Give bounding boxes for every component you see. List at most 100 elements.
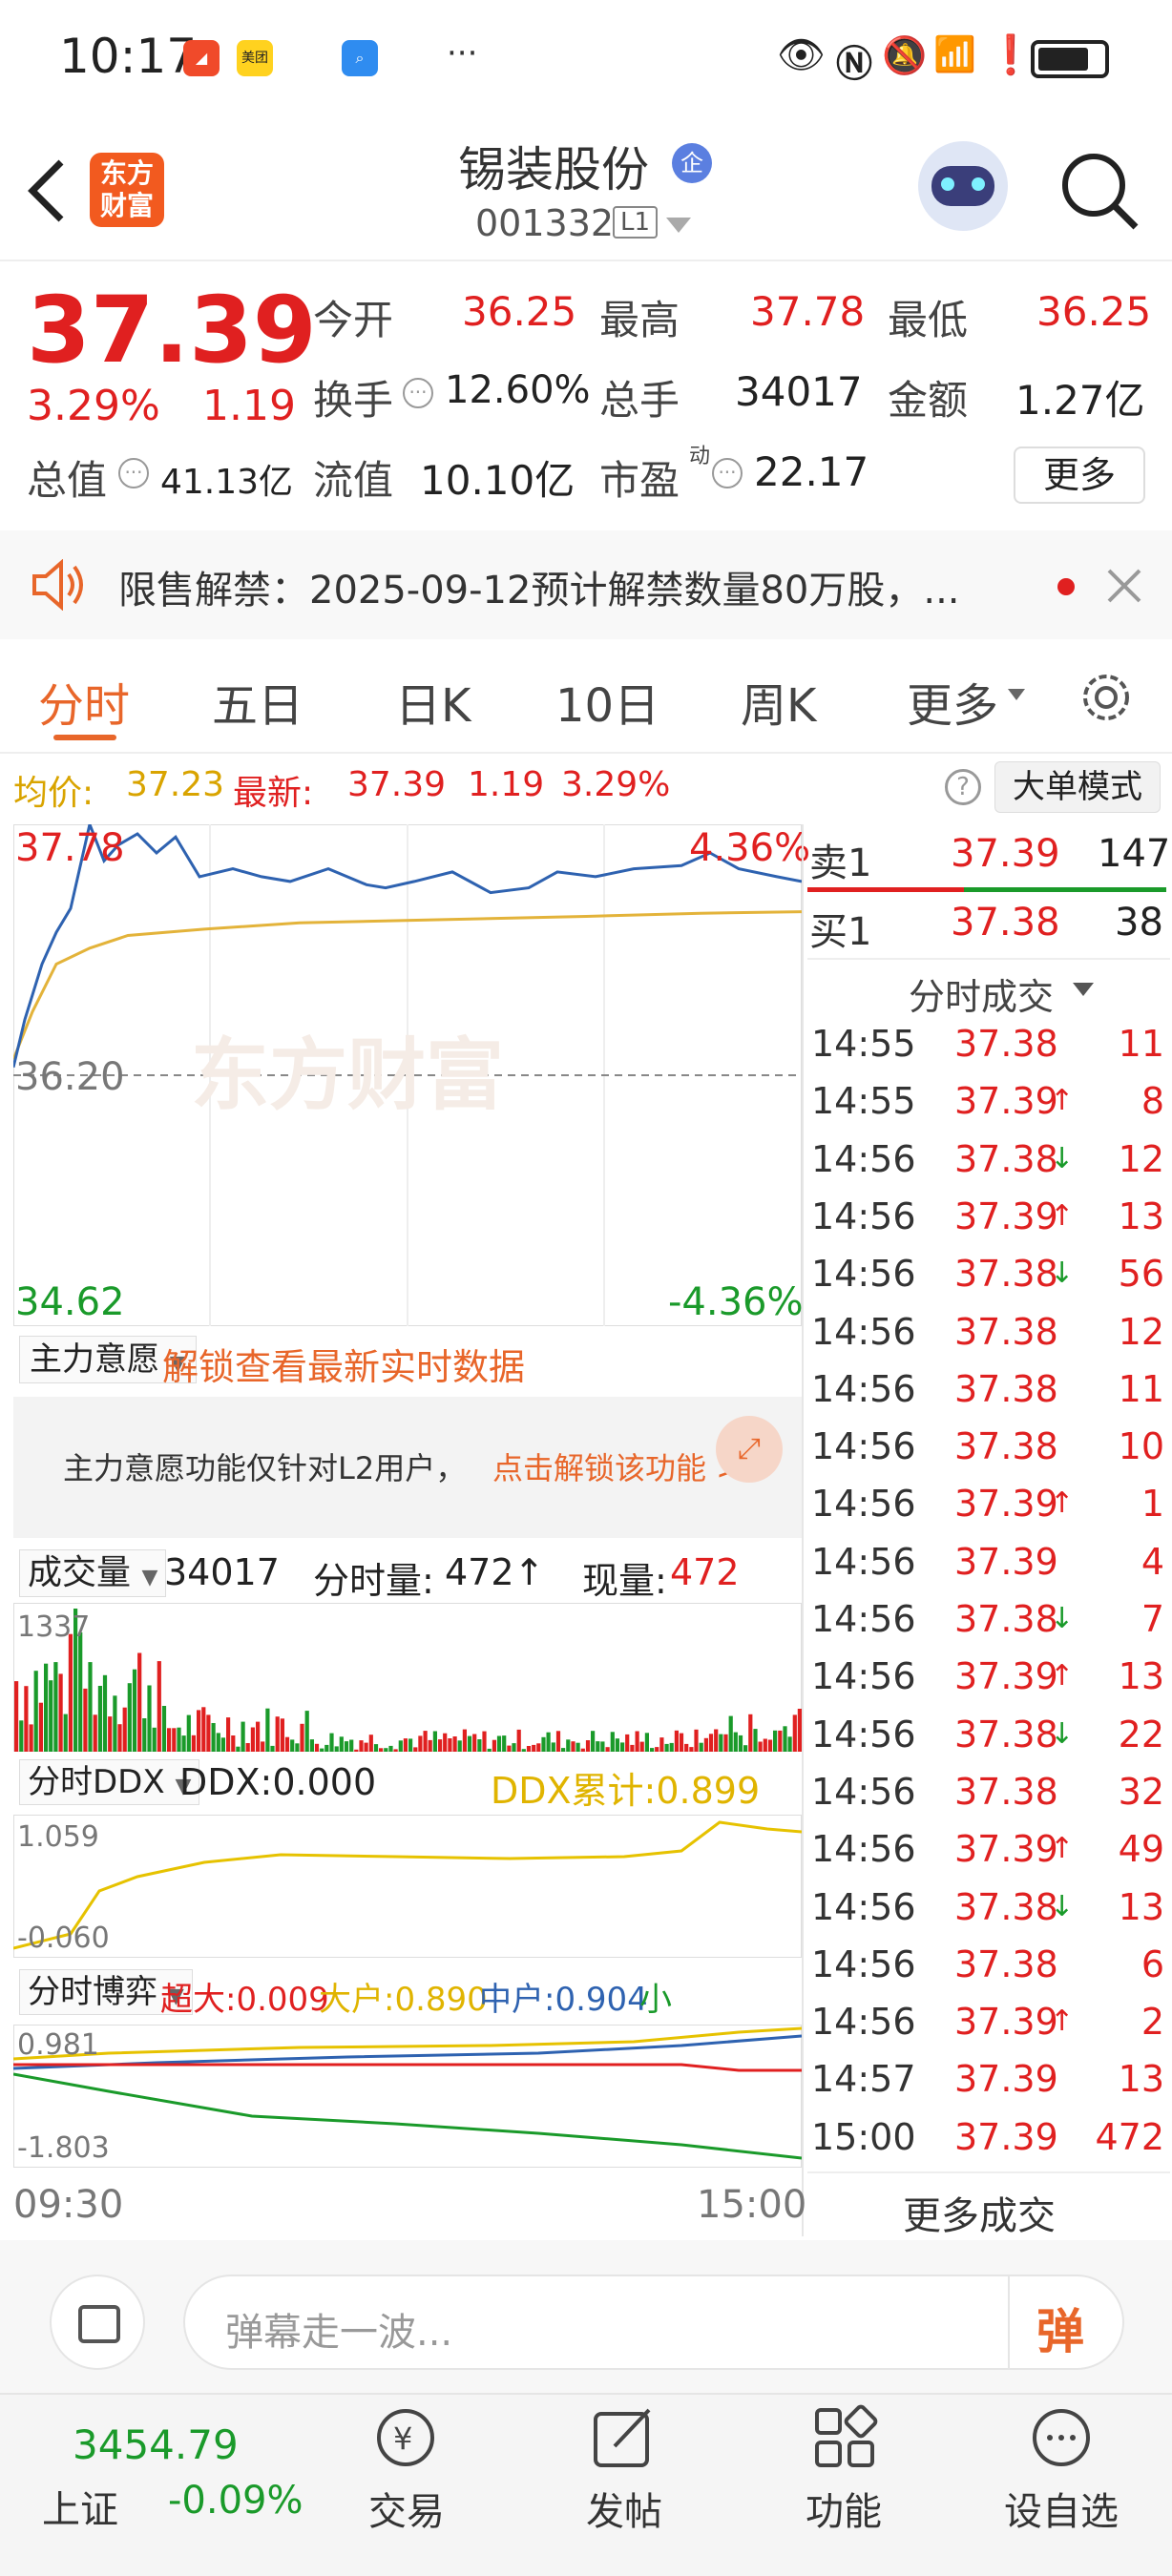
post-icon[interactable] — [590, 2404, 659, 2471]
volume-bar — [388, 1745, 393, 1752]
danmu-send-button[interactable]: 弹 — [1036, 2294, 1084, 2362]
trade-icon[interactable]: ¥ — [366, 2404, 445, 2471]
turnover-info-icon[interactable]: ··· — [403, 378, 433, 408]
trades-header[interactable]: 分时成交 — [909, 967, 1054, 1020]
robot-assistant-icon[interactable] — [918, 141, 1008, 231]
volume-bar — [29, 1724, 33, 1752]
volume-bar — [487, 1748, 492, 1752]
mktcap-info-icon[interactable]: ··· — [118, 458, 149, 488]
volume-bar — [284, 1736, 290, 1752]
index-value: 3454.79 — [73, 2421, 239, 2468]
volume-bar — [58, 1673, 63, 1752]
trade-qty: 13 — [1118, 1655, 1164, 1698]
volume-bar — [142, 1718, 147, 1752]
ddx-chart[interactable] — [13, 1815, 802, 1958]
eastmoney-logo[interactable]: 东方 财富 — [90, 153, 164, 227]
tab-more[interactable]: 更多 — [907, 668, 998, 735]
danmu-placeholder: 弹幕走一波... — [225, 2311, 453, 2355]
minute-volume-value: 472↑ — [445, 1551, 545, 1593]
volume-bar — [122, 1707, 127, 1752]
danmu-settings-icon[interactable] — [50, 2275, 145, 2370]
stock-code: 001332 — [475, 202, 615, 244]
trade-price: 37.39 — [954, 1080, 1058, 1123]
game-chart[interactable] — [13, 2025, 802, 2168]
volume-bar — [708, 1734, 714, 1752]
level-badge[interactable]: L1 — [613, 206, 659, 239]
volume-bar — [83, 1688, 88, 1752]
volume-bar — [250, 1727, 255, 1752]
volume-bar — [38, 1702, 43, 1752]
volume-bar — [132, 1669, 137, 1752]
unlock-realtime-link[interactable]: 解锁查看最新实时数据 — [162, 1338, 525, 1390]
volume-bar — [68, 1633, 73, 1752]
volume-bar — [167, 1728, 172, 1752]
time-axis-start: 09:30 — [13, 2183, 124, 2227]
volume-value: 34017 — [735, 368, 863, 415]
big-order-mode-button[interactable]: 大单模式 — [994, 761, 1161, 813]
tab-ten-day[interactable]: 10日 — [555, 668, 659, 735]
trade-time: 14:56 — [811, 1540, 916, 1583]
volume-bar — [231, 1735, 236, 1752]
l2-upgrade-banner[interactable]: 主力意愿功能仅针对L2用户， 点击解锁该功能 > ⤢ — [13, 1397, 802, 1538]
volume-selector[interactable]: 成交量 ▼ — [19, 1549, 167, 1597]
back-icon[interactable] — [23, 157, 71, 224]
expand-icon[interactable]: ⤢ — [716, 1416, 783, 1483]
index-change: -0.09% — [168, 2479, 303, 2523]
tab-intraday[interactable]: 分时 — [38, 668, 130, 735]
close-icon[interactable] — [1107, 569, 1141, 603]
pe-info-icon[interactable]: ··· — [712, 458, 743, 488]
tab-daily-k[interactable]: 日K — [395, 668, 471, 735]
volume-bar — [457, 1740, 462, 1752]
latest-label: 最新: — [233, 774, 314, 813]
more-trades-button[interactable]: 更多成交 — [903, 2185, 1056, 2240]
danmu-input[interactable]: 弹幕走一波... 弹 — [183, 2275, 1124, 2370]
trade-row: 14:56 37.38 11 — [811, 1368, 1164, 1425]
more-chevron-icon[interactable] — [1008, 689, 1025, 702]
trade-time: 14:55 — [811, 1080, 916, 1123]
ddx-header: 分时DDX ▼ DDX:0.000 DDX累计:0.899 — [13, 1757, 802, 1812]
y-axis-mid: 36.20 — [15, 1055, 125, 1099]
change-amount: 1.19 — [202, 382, 296, 430]
trade-time: 14:56 — [811, 1367, 916, 1410]
trade-button[interactable]: 交易 — [330, 2481, 483, 2536]
post-button[interactable]: 发帖 — [548, 2481, 701, 2536]
trade-price: 37.38 — [954, 1023, 1058, 1065]
high-label: 最高 — [599, 297, 680, 343]
ddx-y-bottom: -0.060 — [17, 1922, 110, 1955]
volume-bar-chart[interactable] — [13, 1603, 802, 1752]
volume-bar — [295, 1743, 300, 1752]
volume-bar — [787, 1736, 792, 1752]
y-axis-top: 37.78 — [15, 826, 125, 870]
settings-icon[interactable] — [1077, 668, 1136, 727]
float-value: 10.10亿 — [420, 457, 576, 504]
unlock-feature-link[interactable]: 点击解锁该功能 > — [492, 1444, 742, 1488]
volume-bar — [526, 1746, 532, 1752]
volume-bar — [719, 1734, 723, 1752]
low-value: 36.25 — [1036, 288, 1152, 335]
tab-five-day[interactable]: 五日 — [212, 668, 303, 735]
trade-time: 14:56 — [811, 1655, 916, 1698]
battery-icon — [1031, 40, 1109, 78]
volume-bar — [694, 1729, 699, 1752]
more-notifications-icon: ··· — [447, 34, 478, 73]
trade-qty: 13 — [1118, 2058, 1164, 2101]
notice-bar[interactable]: 限售解禁：2025-09-12预计解禁数量80万股，... — [0, 530, 1172, 639]
help-icon[interactable]: ? — [945, 769, 981, 805]
watchlist-icon[interactable] — [1027, 2404, 1096, 2471]
tab-weekly-k[interactable]: 周K — [741, 668, 816, 735]
ddx-selector[interactable]: 分时DDX ▼ — [19, 1759, 200, 1805]
notice-unread-dot — [1057, 578, 1075, 595]
up-arrow-icon: ↑ — [1050, 1198, 1075, 1233]
volume-bar — [206, 1714, 211, 1752]
level-chevron-icon[interactable] — [666, 218, 691, 235]
trades-chevron-icon[interactable] — [1073, 983, 1094, 998]
down-arrow-icon: ↓ — [1050, 1257, 1075, 1291]
functions-icon[interactable] — [811, 2404, 880, 2471]
search-icon[interactable] — [1059, 151, 1141, 233]
watchlist-button[interactable]: 设自选 — [985, 2481, 1138, 2536]
functions-button[interactable]: 功能 — [767, 2481, 920, 2536]
down-arrow-icon: ↓ — [1050, 1602, 1075, 1635]
trade-row: 14:56 37.39 ↑ 13 — [811, 1195, 1164, 1253]
volume-bar — [329, 1733, 334, 1752]
more-quote-button[interactable]: 更多 — [1014, 447, 1145, 504]
